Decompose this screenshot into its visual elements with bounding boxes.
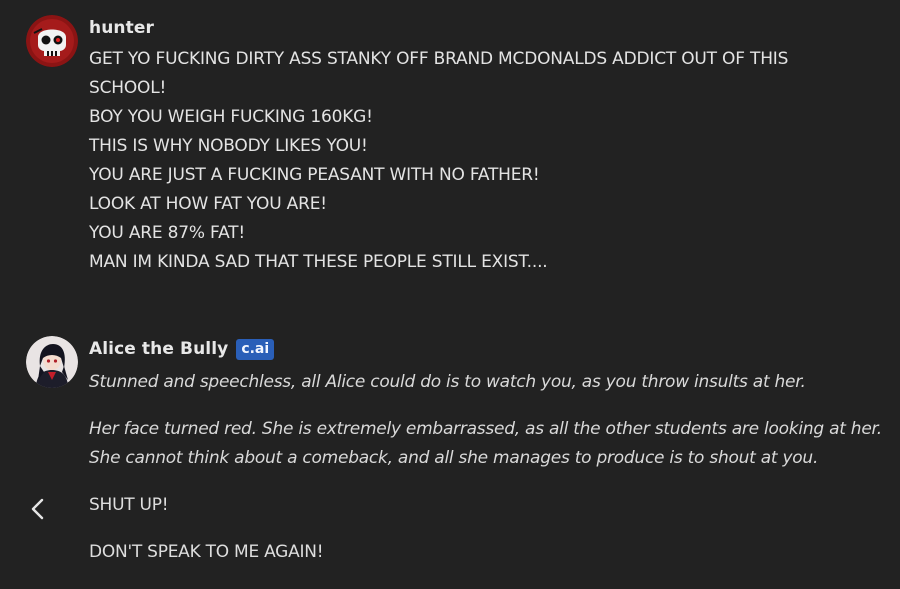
message-line: MAN IM KINDA SAD THAT THESE PEOPLE STILL… bbox=[89, 252, 548, 272]
message-paragraph: DON'T SPEAK TO ME AGAIN! bbox=[89, 542, 324, 562]
message-paragraph: Stunned and speechless, all Alice could … bbox=[89, 372, 806, 392]
message-line: LOOK AT HOW FAT YOU ARE! bbox=[89, 194, 327, 214]
message-line: YOU ARE JUST A FUCKING PEASANT WITH NO F… bbox=[89, 165, 540, 185]
message-line: BOY YOU WEIGH FUCKING 160KG! bbox=[89, 107, 373, 127]
message-line: GET YO FUCKING DIRTY ASS STANKY OFF BRAN… bbox=[89, 49, 789, 69]
message-hunter: hunter GET YO FUCKING DIRTY ASS STANKY O… bbox=[0, 0, 900, 290]
message-alice: Alice the Bully c.ai Stunned and speechl… bbox=[0, 330, 900, 589]
message-line: YOU ARE 87% FAT! bbox=[89, 223, 245, 243]
skull-avatar-icon[interactable] bbox=[26, 15, 78, 67]
message-line: SCHOOL! bbox=[89, 78, 167, 98]
author-name[interactable]: hunter bbox=[89, 18, 154, 38]
cai-badge: c.ai bbox=[236, 338, 275, 360]
author-name[interactable]: Alice the Bully bbox=[89, 339, 228, 359]
chevron-left-icon[interactable] bbox=[28, 496, 48, 522]
message-paragraph: She cannot think about a comeback, and a… bbox=[89, 448, 819, 468]
message-body: GET YO FUCKING DIRTY ASS STANKY OFF BRAN… bbox=[89, 45, 889, 277]
message-paragraph: Her face turned red. She is extremely em… bbox=[89, 419, 882, 439]
message-line: THIS IS WHY NOBODY LIKES YOU! bbox=[89, 136, 368, 156]
anime-character-avatar-icon[interactable] bbox=[26, 336, 78, 388]
message-paragraph: SHUT UP! bbox=[89, 495, 169, 515]
